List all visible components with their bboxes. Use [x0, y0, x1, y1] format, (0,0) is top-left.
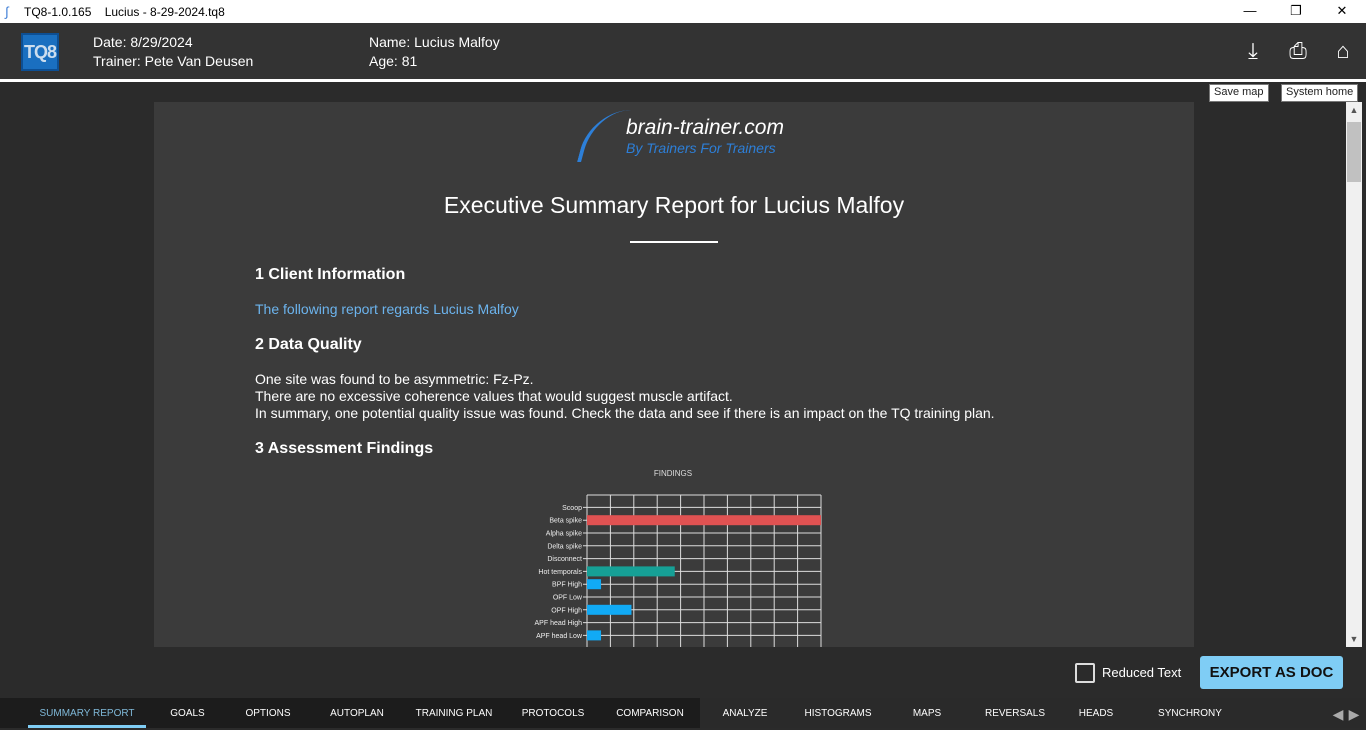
category-label: OPF Low: [553, 595, 583, 602]
tabs-right-arrow-icon[interactable]: ▶: [1348, 698, 1360, 728]
reduced-text-label: Reduced Text: [1102, 665, 1182, 680]
category-label: APF head High: [535, 620, 583, 627]
tab-reversals[interactable]: REVERSALS: [974, 698, 1056, 728]
brain-trainer-logo: brain-trainer.com By Trainers For Traine…: [574, 110, 794, 162]
title-rule: [630, 241, 718, 243]
category-label: Disconnect: [547, 556, 582, 563]
tab-goals[interactable]: GOALS: [160, 698, 215, 728]
tab-heads[interactable]: HEADS: [1074, 698, 1118, 728]
print-icon[interactable]: ⎙: [1284, 37, 1312, 65]
bottom-tab-bar: SUMMARY REPORT GOALS OPTIONS AUTOPLAN TRAINI…: [0, 698, 1366, 728]
trainer-name: Trainer: Pete Van Deusen: [93, 53, 254, 69]
section-heading: 1 Client Information: [255, 266, 406, 283]
chart-title: FINDINGS: [654, 469, 692, 478]
data-quality-line: One site was found to be asymmetric: Fz-…: [255, 371, 534, 387]
tab-maps[interactable]: MAPS: [900, 698, 954, 728]
scroll-up-icon[interactable]: ▲: [1346, 102, 1362, 118]
section-heading: 2 Data Quality: [255, 336, 362, 353]
bar-apf-head-low: [587, 630, 602, 641]
tq8-logo: TQ8: [21, 33, 59, 71]
category-label: BPF High: [552, 582, 582, 589]
vertical-scrollbar[interactable]: ▲ ▼: [1346, 102, 1362, 647]
category-label: Alpha spike: [546, 531, 582, 538]
scroll-down-icon[interactable]: ▼: [1346, 631, 1362, 647]
category-label: APF head Low: [536, 633, 583, 640]
save-map-tooltip: Save map: [1209, 84, 1269, 102]
save-map-icon[interactable]: ⤓: [1239, 37, 1267, 65]
report-page: brain-trainer.com By Trainers For Traine…: [154, 102, 1194, 647]
tab-summary-report[interactable]: SUMMARY REPORT: [28, 698, 146, 728]
client-age: Age: 81: [369, 53, 418, 69]
category-label: Beta spike: [549, 518, 582, 525]
tab-protocols[interactable]: PROTOCOLS: [514, 698, 592, 728]
scroll-thumb[interactable]: [1347, 122, 1361, 182]
bar-opf-high: [587, 604, 632, 615]
bar-bpf-high: [587, 579, 602, 590]
system-home-tooltip: System home: [1281, 84, 1359, 102]
tabs-left-arrow-icon[interactable]: ◀: [1332, 698, 1344, 728]
data-quality-line: In summary, one potential quality issue …: [255, 405, 995, 421]
restore-button[interactable]: ❐: [1273, 0, 1319, 23]
tab-comparison[interactable]: COMPARISON: [606, 698, 694, 728]
data-quality-line: There are no excessive coherence values …: [255, 388, 733, 404]
report-title: Executive Summary Report for Lucius Malf…: [443, 192, 905, 218]
session-date: Date: 8/29/2024: [93, 34, 193, 50]
export-as-doc-button[interactable]: EXPORT AS DOC: [1200, 656, 1343, 689]
tab-histograms[interactable]: HISTOGRAMS: [796, 698, 880, 728]
window-title: TQ8-1.0.165 Lucius - 8-29-2024.tq8: [24, 4, 225, 19]
tab-autoplan[interactable]: AUTOPLAN: [318, 698, 396, 728]
tab-analyze[interactable]: ANALYZE: [710, 698, 780, 728]
header: TQ8 Date: 8/29/2024 Trainer: Pete Van De…: [0, 23, 1366, 79]
bar-beta-spike: [587, 515, 821, 526]
findings-chart: FINDINGS Scoop Beta spike Alpha spike Delta …: [535, 469, 822, 647]
tab-synchrony[interactable]: SYNCHRONY: [1148, 698, 1232, 728]
category-label: Hot temporals: [538, 569, 582, 576]
tab-training-plan[interactable]: TRAINING PLAN: [408, 698, 500, 728]
client-info-text: The following report regards Lucius Malf…: [255, 301, 519, 317]
client-name: Name: Lucius Malfoy: [369, 34, 500, 50]
minimize-button[interactable]: —: [1227, 0, 1273, 23]
app-logo-icon: ∫: [5, 4, 9, 19]
category-label: Delta spike: [547, 543, 582, 550]
section-heading: 3 Assessment Findings: [255, 440, 434, 457]
home-icon[interactable]: ⌂: [1329, 37, 1357, 65]
reduced-text-checkbox[interactable]: [1075, 663, 1095, 683]
tab-options[interactable]: OPTIONS: [236, 698, 300, 728]
close-button[interactable]: ✕: [1319, 0, 1365, 23]
bar-hot-temporals: [587, 566, 675, 577]
category-label: OPF High: [551, 607, 582, 614]
title-bar: ∫ TQ8-1.0.165 Lucius - 8-29-2024.tq8 — ❐…: [0, 0, 1366, 23]
category-label: Scoop: [562, 505, 582, 512]
